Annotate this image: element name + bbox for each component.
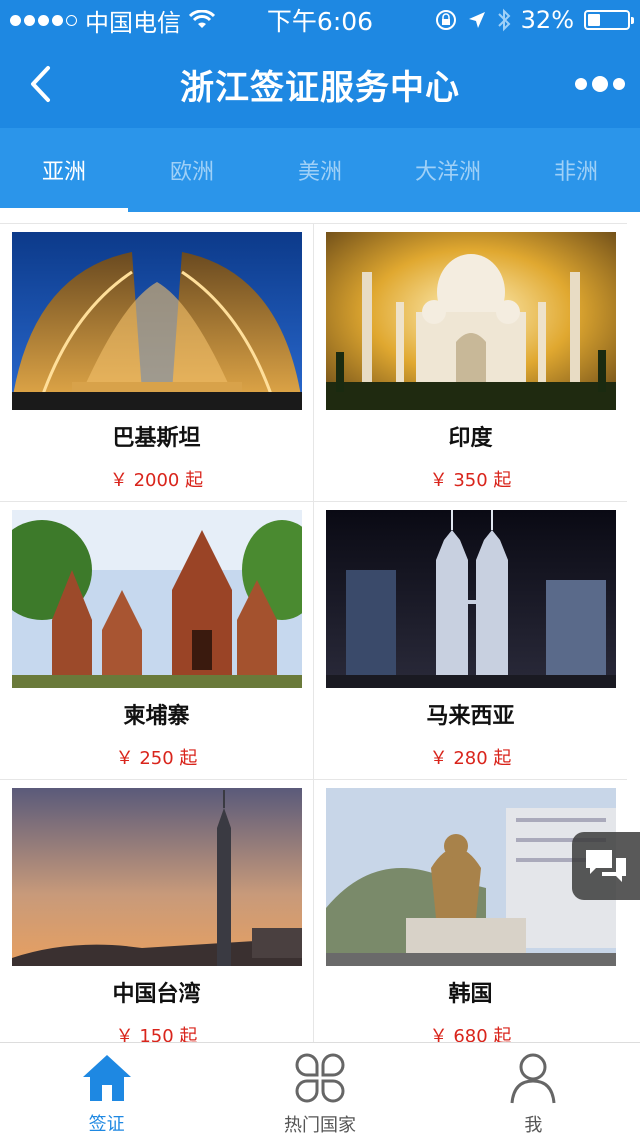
tabbar-item-popular[interactable]: 热门国家: [213, 1043, 426, 1136]
user-icon: [505, 1051, 561, 1105]
chat-button[interactable]: [572, 832, 640, 900]
battery-icon: [584, 10, 634, 30]
status-right: 32%: [400, 6, 634, 34]
taipei-101-image: [11, 788, 302, 966]
tab-asia[interactable]: 亚洲: [0, 128, 128, 212]
pakistan-monument-image: [11, 232, 302, 410]
country-card-taiwan[interactable]: 中国台湾 ￥ 150 起: [0, 780, 313, 1042]
country-price: ￥ 250 起: [115, 748, 198, 769]
tabbar-label: 签证: [88, 1114, 125, 1135]
taj-mahal-image: [325, 232, 616, 410]
country-card-malaysia[interactable]: 马来西亚 ￥ 280 起: [314, 502, 627, 779]
country-name: 巴基斯坦: [112, 426, 201, 451]
country-card-india[interactable]: 印度 ￥ 350 起: [314, 224, 627, 501]
back-button[interactable]: [0, 40, 80, 128]
nav-bar: 浙江签证服务中心: [0, 40, 640, 128]
country-price: ￥ 680 起: [429, 1026, 512, 1042]
tab-africa[interactable]: 非洲: [512, 128, 640, 212]
more-dots-icon: [575, 78, 587, 90]
country-list: 巴基斯坦 ￥ 2000 起 印度 ￥ 350 起 柬埔寨 ￥ 250 起 马来西…: [0, 212, 640, 1042]
home-icon: [79, 1051, 135, 1104]
chevron-left-icon: [31, 66, 50, 102]
status-bar: 中国电信 下午6:06 32%: [0, 0, 640, 40]
battery-percent: 32%: [520, 6, 574, 34]
country-price: ￥ 350 起: [429, 470, 512, 491]
bluetooth-icon: [497, 8, 511, 32]
tabbar-label: 我: [524, 1115, 543, 1136]
location-arrow-icon: [468, 12, 485, 28]
tab-europe[interactable]: 欧洲: [128, 128, 256, 212]
country-card-pakistan[interactable]: 巴基斯坦 ￥ 2000 起: [0, 224, 313, 501]
tab-oceania[interactable]: 大洋洲: [384, 128, 512, 212]
country-name: 柬埔寨: [123, 704, 190, 729]
more-button[interactable]: [560, 40, 640, 128]
signal-strength-icon: [10, 14, 77, 26]
tabbar-item-visa[interactable]: 签证: [0, 1043, 213, 1136]
wifi-icon: [189, 10, 215, 28]
status-left: 中国电信: [10, 3, 240, 38]
angkor-temple-image: [11, 510, 302, 688]
region-tabs: 亚洲 欧洲 美洲 大洋洲 非洲: [0, 128, 640, 212]
page-title: 浙江签证服务中心: [180, 67, 460, 108]
clover-icon: [292, 1051, 348, 1105]
country-name: 马来西亚: [426, 704, 515, 729]
country-price: ￥ 280 起: [429, 748, 512, 769]
tabbar-item-me[interactable]: 我: [427, 1043, 640, 1136]
country-name: 印度: [448, 426, 493, 451]
country-price: ￥ 150 起: [115, 1026, 198, 1042]
bottom-tab-bar: 签证 热门国家 我: [0, 1042, 640, 1136]
country-name: 中国台湾: [112, 982, 201, 1007]
rotation-lock-icon: [435, 10, 456, 30]
carrier-name: 中国电信: [85, 8, 181, 37]
chat-bubbles-icon: [586, 850, 626, 882]
status-time: 下午6:06: [266, 7, 374, 36]
country-name: 韩国: [448, 982, 493, 1007]
country-card-cambodia[interactable]: 柬埔寨 ￥ 250 起: [0, 502, 313, 779]
country-card-korea[interactable]: 韩国 ￥ 680 起: [314, 780, 627, 1042]
tabbar-label: 热门国家: [283, 1115, 356, 1136]
country-price: ￥ 2000 起: [109, 470, 204, 491]
tab-americas[interactable]: 美洲: [256, 128, 384, 212]
petronas-towers-image: [325, 510, 616, 688]
